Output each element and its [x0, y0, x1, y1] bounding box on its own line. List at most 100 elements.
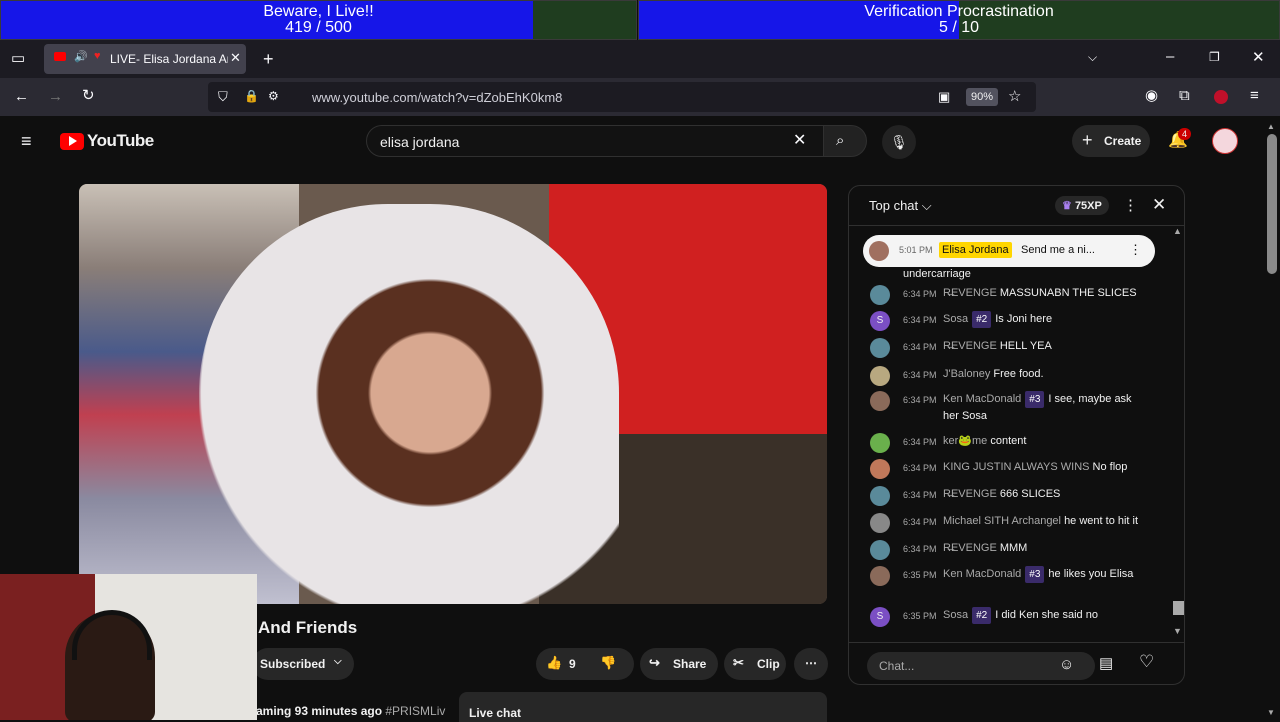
chat-author[interactable]: KING JUSTIN ALWAYS WINS	[943, 461, 1089, 473]
heart-react-icon[interactable]: ♡	[1139, 652, 1154, 672]
xp-badge[interactable]: ♛ 75XP	[1055, 196, 1109, 215]
chat-author[interactable]: ker🐸me	[943, 435, 987, 447]
clear-search-icon[interactable]: ✕	[793, 133, 806, 149]
clip-button[interactable]: ✂ Clip	[724, 648, 786, 680]
chat-avatar[interactable]	[870, 486, 890, 506]
shield-icon[interactable]: ⛉	[218, 90, 228, 103]
subscribed-button[interactable]: Subscribed ⌵	[252, 648, 354, 680]
chat-avatar[interactable]	[870, 513, 890, 533]
list-all-tabs-icon[interactable]: ⌵	[1088, 51, 1097, 63]
pinned-message[interactable]: 5:01 PM Elisa Jordana Send me a ni... ⋮	[863, 235, 1155, 267]
scroll-up-icon[interactable]: ▲	[1173, 226, 1182, 236]
youtube-logo-icon[interactable]	[60, 133, 84, 150]
live-chat-panel: Top chat ⌵ ♛ 75XP ⋮ ✕ 5:01 PM Elisa Jord…	[848, 185, 1185, 685]
url-text[interactable]: www.youtube.com/watch?v=dZobEhK0km8	[312, 90, 562, 105]
chat-more-icon[interactable]: ⋮	[1123, 196, 1138, 214]
pinned-more-icon[interactable]: ⋮	[1129, 242, 1142, 258]
chat-time: 6:35 PM	[903, 611, 937, 621]
permissions-icon[interactable]: ⚙	[268, 90, 279, 102]
notification-count-badge: 4	[1178, 128, 1192, 140]
chat-line: Sosa #2 I did Ken she said no	[943, 607, 1139, 624]
chat-time: 6:34 PM	[903, 437, 937, 447]
more-actions-button[interactable]: ⋯	[794, 648, 828, 680]
chat-author[interactable]: Michael SITH Archangel	[943, 515, 1061, 527]
chat-author[interactable]: J'Baloney	[943, 368, 990, 380]
chat-author[interactable]: Sosa	[943, 313, 968, 325]
chat-avatar[interactable]	[870, 459, 890, 479]
chat-avatar[interactable]: S	[870, 607, 890, 627]
dislike-icon[interactable]: 👎	[600, 655, 616, 671]
chat-text: content	[990, 435, 1027, 447]
chat-avatar[interactable]	[870, 391, 890, 411]
like-count[interactable]: 9	[569, 657, 576, 671]
window-close-icon[interactable]: ✕	[1252, 50, 1265, 65]
minimize-icon[interactable]: –	[1166, 49, 1174, 64]
reload-icon[interactable]: ↻	[82, 88, 95, 103]
account-icon[interactable]: ◉	[1145, 88, 1158, 103]
audio-playing-icon[interactable]: 🔊	[74, 50, 88, 63]
super-chat-icon[interactable]: ▤	[1099, 654, 1113, 672]
bookmark-star-icon[interactable]: ☆	[1008, 89, 1021, 104]
chat-avatar[interactable]	[870, 285, 890, 305]
create-button[interactable]: + Create	[1072, 125, 1150, 157]
emoji-icon[interactable]: ☺	[1059, 656, 1074, 673]
tab-list-icon[interactable]: ▭	[11, 51, 25, 66]
extension-record-icon[interactable]	[1214, 90, 1228, 104]
search-input[interactable]: elisa jordana ✕	[366, 125, 824, 157]
page-scrollbar[interactable]: ▲ ▼	[1266, 122, 1278, 720]
chat-scrollbar[interactable]: ▲ ▼	[1171, 226, 1184, 646]
video-player[interactable]	[79, 184, 827, 604]
member-rank-badge: #3	[1025, 566, 1045, 583]
tab-close-icon[interactable]: ✕	[230, 50, 241, 66]
chat-text: I did Ken she said no	[995, 609, 1098, 621]
page-scroll-down-icon[interactable]: ▼	[1267, 708, 1275, 717]
page-scroll-up-icon[interactable]: ▲	[1267, 122, 1275, 131]
chat-avatar[interactable]	[870, 338, 890, 358]
chat-author[interactable]: Ken MacDonald	[943, 393, 1021, 405]
description-box[interactable]: aming 93 minutes ago #PRISMLiv	[250, 692, 450, 722]
avatar[interactable]	[1212, 128, 1238, 154]
chat-author[interactable]: Sosa	[943, 609, 968, 621]
zoom-level[interactable]: 90%	[966, 88, 999, 106]
chat-avatar[interactable]	[870, 366, 890, 386]
chat-time: 6:34 PM	[903, 395, 937, 405]
youtube-logo-text[interactable]: YouTube	[87, 131, 154, 151]
scroll-thumb[interactable]	[1173, 601, 1184, 615]
voice-search-button[interactable]: 🎙	[882, 125, 916, 159]
chat-avatar[interactable]	[870, 433, 890, 453]
like-icon[interactable]: 👍	[546, 655, 562, 671]
chat-avatar[interactable]	[870, 566, 890, 586]
lock-icon[interactable]: 🔒	[244, 90, 259, 102]
live-chat-tab[interactable]: Live chat	[459, 692, 827, 722]
pinned-text: Send me a ni...	[1021, 244, 1095, 256]
new-tab-icon[interactable]: +	[263, 50, 274, 68]
search-value[interactable]: elisa jordana	[380, 134, 459, 150]
search-button[interactable]: ⌕	[823, 125, 867, 157]
chat-author[interactable]: Ken MacDonald	[943, 568, 1021, 580]
chat-author[interactable]: R̶EVENGE	[943, 542, 997, 554]
browser-tab-active[interactable]: 🔊 ♥ LIVE- Elisa Jordana And ✕	[44, 44, 246, 74]
menu-icon[interactable]: ≡	[1250, 88, 1259, 103]
scroll-down-icon[interactable]: ▼	[1173, 626, 1182, 636]
chat-author[interactable]: R̶EVENGE	[943, 287, 997, 299]
back-icon[interactable]: ←	[14, 89, 29, 104]
chat-line: Ken MacDonald #3 I see, maybe ask her Sosa	[943, 391, 1139, 425]
chat-author[interactable]: R̶EVENGE	[943, 340, 997, 352]
chat-author[interactable]: R̶EVENGE	[943, 488, 997, 500]
restore-icon[interactable]: ❐	[1209, 51, 1220, 63]
chat-avatar[interactable]: S	[870, 311, 890, 331]
top-chat-dropdown[interactable]: Top chat ⌵	[869, 198, 932, 214]
chat-avatar[interactable]	[870, 540, 890, 560]
picture-icon[interactable]: ▣	[938, 90, 950, 103]
page-scroll-thumb[interactable]	[1267, 134, 1277, 274]
chat-close-icon[interactable]: ✕	[1152, 195, 1166, 215]
extensions-icon[interactable]: ⧉	[1179, 88, 1190, 103]
chat-input[interactable]: Chat... ☺	[867, 652, 1095, 680]
hashtag-link[interactable]: #PRISMLiv	[385, 704, 445, 718]
hamburger-menu-icon[interactable]: ≡	[21, 132, 32, 150]
share-button[interactable]: ↪ Share	[640, 648, 718, 680]
chat-line: Ken MacDonald #3 he likes you Elisa	[943, 566, 1139, 583]
forward-icon[interactable]: →	[48, 89, 63, 104]
url-bar[interactable]: ⛉ 🔒 ⚙ www.youtube.com/watch?v=dZobEhK0km…	[208, 82, 1036, 112]
chat-time: 6:34 PM	[903, 289, 937, 299]
